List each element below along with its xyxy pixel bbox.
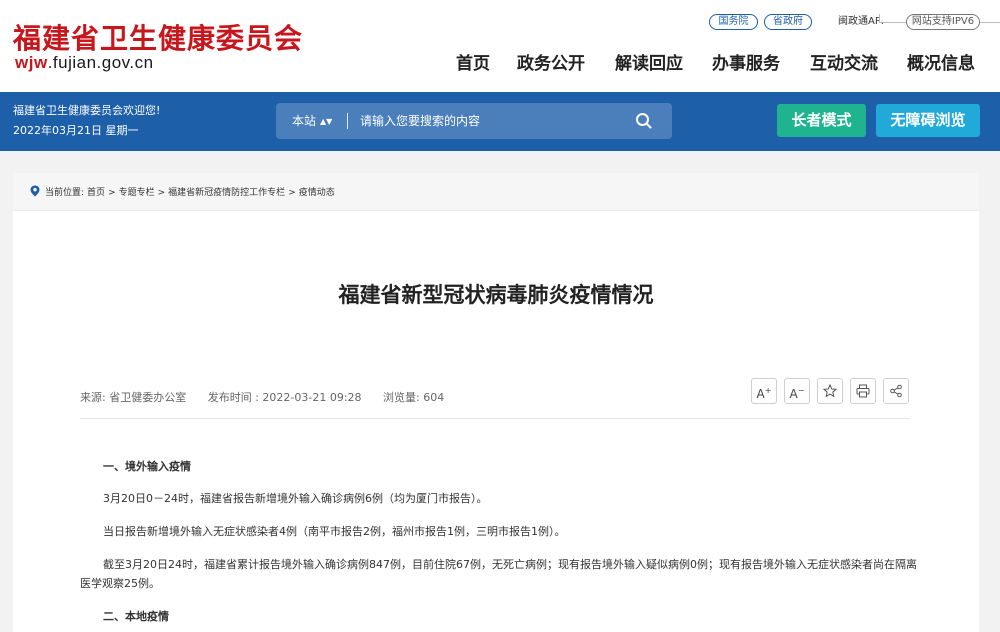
search-box: 本站 ▲▼ [276,103,672,139]
article-paragraph: 3月20日0－24时，福建省报告新增境外输入确诊病例6例（均为厦门市报告）。 [103,492,488,505]
font-decrease-button[interactable]: A− [784,378,810,404]
article-container: 当前位置: 首页 > 专题专栏 > 福建省新冠疫情防控工作专栏 > 疫情动态 福建省新型冠状病… [13,173,979,632]
share-icon [890,384,902,398]
top-links: 国务院 省政府 闽政通APP 网站支持IPV6 [0,14,1000,32]
search-scope-select[interactable]: 本站 ▲▼ [292,103,332,139]
breadcrumb-epidemic-news[interactable]: 疫情动态 [299,188,335,198]
article-title: 福建省新型冠状病毒肺炎疫情情况 [338,283,654,307]
search-button[interactable] [632,109,656,133]
nav-government-affairs[interactable]: 政务公开 [517,52,585,76]
accessibility-button[interactable]: 无障碍浏览 [876,104,980,137]
nav-interpretation[interactable]: 解读回应 [615,52,683,76]
nav-interaction[interactable]: 互动交流 [810,52,878,76]
breadcrumb-covid-column[interactable]: 福建省新冠疫情防控工作专栏 [168,188,285,198]
nav-home[interactable]: 首页 [456,52,490,76]
sort-arrows-icon: ▲▼ [320,117,333,126]
search-separator [347,113,348,129]
main-nav: 首页 政务公开 解读回应 办事服务 互动交流 概况信息 [0,52,1000,76]
utility-bar: 福建省卫生健康委员会欢迎您! 2022年03月21日 星期一 本站▲▼ 长者模式… [0,92,1000,151]
meta-divider [80,418,910,419]
star-icon [822,383,838,398]
article-paragraph: 截至3月20日24时，福建省累计报告境外输入确诊病例847例，目前住院67例，无… [80,558,917,590]
breadcrumb: 当前位置: 首页 > 专题专栏 > 福建省新冠疫情防控工作专栏 > 疫情动态 [30,185,338,199]
nav-overview[interactable]: 概况信息 [907,52,975,76]
print-icon [856,384,870,398]
font-increase-button[interactable]: A+ [751,378,777,404]
share-button[interactable] [883,378,909,404]
search-scope-label: 本站 [292,114,317,128]
breadcrumb-bar: 当前位置: 首页 > 专题专栏 > 福建省新冠疫情防控工作专栏 > 疫情动态 [13,173,979,211]
print-button[interactable] [850,378,876,404]
section-heading: 二、本地疫情 [103,610,169,623]
welcome-text: 福建省卫生健康委员会欢迎您! [13,104,161,117]
breadcrumb-home[interactable]: 首页 [87,188,105,198]
search-input[interactable] [360,111,620,131]
nav-services[interactable]: 办事服务 [712,52,780,76]
breadcrumb-sep: > [108,188,116,198]
article-paragraph: 当日报告新增境外输入无症状感染者4例（南平市报告2例，福州市报告1例，三明市报告… [103,525,566,538]
elder-mode-button[interactable]: 长者模式 [777,104,866,137]
search-icon [636,113,652,129]
section-heading: 一、境外输入疫情 [103,460,191,473]
site-header: 福建省卫生健康委员会 wjw.fujian.gov.cn 国务院 省政府 闽政通… [0,0,1000,92]
link-province-gov[interactable]: 省政府 [764,14,812,30]
article-body: 一、境外输入疫情 3月20日0－24时，福建省报告新增境外输入确诊病例6例（均为… [80,457,920,632]
article-tools: A+ A− [13,378,979,404]
current-date: 2022年03月21日 星期一 [13,124,139,137]
breadcrumb-sep: > [288,188,296,198]
link-state-council[interactable]: 国务院 [709,14,758,30]
breadcrumb-special-topics[interactable]: 专题专栏 [119,188,155,198]
ipv6-badge: 网站支持IPV6 [906,14,980,30]
favorite-button[interactable] [817,378,843,404]
breadcrumb-sep: > [157,188,166,198]
breadcrumb-label: 当前位置: [45,188,85,198]
location-pin-icon [30,185,40,197]
